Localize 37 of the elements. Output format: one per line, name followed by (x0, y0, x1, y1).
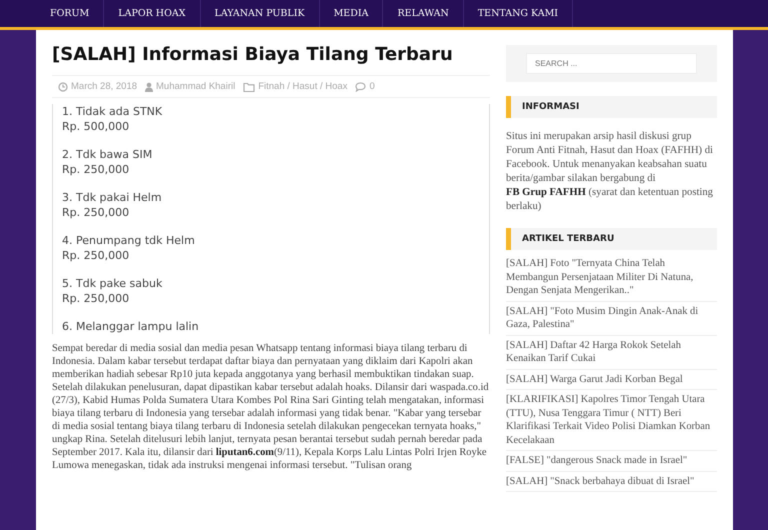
recent-article-link[interactable]: [SALAH] Daftar 42 Harga Rokok Setelah Kenaikan Tarif Cukai (506, 336, 717, 370)
info-paragraph: Situs ini merupakan arsip hasil diskusi grup Forum Anti Fitnah, Hasut dan Hoax (FAFHH) di Facebook. Untuk menanyakan keabsahan suatu berita/gambar silakan bergabung di FB Grup FAFHH (syarat dan ketentuan posting berlaku) (506, 130, 714, 214)
recent-article-link[interactable]: [SALAH] "Foto Musim Dingin Anak-Anak di Gaza, Palestina" (506, 302, 717, 336)
recent-article-link[interactable]: [SALAH] Foto "Ternyata China Telah Membangun Persenjataan Militer Di Natuna, Dengan Senjata Mengerikan.." (506, 254, 717, 302)
nav-link[interactable]: LAPOR HOAX (104, 0, 201, 27)
recent-article-link[interactable]: [SALAH] Warga Garut Jadi Korban Begal (506, 370, 717, 390)
clock-icon (58, 82, 68, 92)
nav-link[interactable]: LAYANAN PUBLIK (200, 0, 320, 27)
folder-icon (243, 82, 256, 92)
user-icon (145, 82, 154, 92)
fine-amount: Rp. 250,000 (62, 291, 130, 306)
group-link[interactable]: FB Grup FAFHH (506, 187, 586, 198)
nav-link[interactable]: RELAWAN (383, 0, 464, 27)
post-date: March 28, 2018 (71, 81, 138, 92)
fine-amount: Rp. 250,000 (62, 248, 130, 263)
widget-title: ARTIKEL TERBARU (522, 234, 614, 244)
comment-icon (355, 82, 366, 92)
nav-link[interactable]: FORUM (36, 0, 104, 27)
violation-text: 3. Tdk pakai Helm (62, 190, 163, 205)
search-field[interactable]: SEARCH ... (526, 53, 697, 74)
article-paragraph: Sempat beredar di media sosial dan media pesan Whatsapp tentang informasi biaya tilang terbaru di Indonesia. Dalam kabar tersebut terdapat daftar biaya dan pernyataan yang diklaim dari Kapolri akan memberikan hadiah sebesar Rp10 juta kepada anggotanya yang berhasil membuktikan tindakan suap. Setelah dilakukan penelusuran, dapat dipastikan kabar tersebut adalah hoaks. Dilansir dari waspada.co.id (27/3), Kabid Humas Polda Sumatera Utara Kombes Pol Rina Sari Ginting telah mengatakan, informasi biaya tilang terbaru di Indonesia yang tersebar adalah informasi yang tidak benar. "Kabar yang tersebar di media sosial tentang biaya tilang terbaru di Indonesia setelah dilakukan pengecekan ternyata hoaks," ungkap Rina. Setelah ditelusuri lebih lanjut, ternyata pesan berantai tersebut sudah pernah beredar pada September 2017. Kala itu, dilansir dari liputan6.com(9/11), Kepala Korps Lalu Lintas Polri Irjen Royke Lumowa menegaskan, tidak ada instruksi mengenai informasi tersebut. "Tulisan orang (52, 342, 490, 472)
widget-title: INFORMASI (522, 102, 580, 112)
article-title: [SALAH] Informasi Biaya Tilang Terbaru (52, 44, 454, 65)
source-link[interactable]: liputan6.com (216, 447, 274, 458)
violation-text: 2. Tdk bawa SIM (62, 147, 154, 162)
recent-article-link[interactable]: [FALSE] "dangerous Snack made in Israel" (506, 451, 717, 472)
fine-amount: Rp. 250,000 (62, 162, 130, 177)
nav-link[interactable]: MEDIA (320, 0, 384, 27)
recent-article-link[interactable]: [SALAH] "Snack berbahaya dibuat di Israel" (506, 472, 717, 492)
violation-text: 1. Tidak ada STNK (62, 104, 164, 119)
fine-amount: Rp. 250,000 (62, 205, 130, 220)
nav-link[interactable]: TENTANG KAMI (464, 0, 574, 27)
recent-article-link[interactable]: [KLARIFIKASI] Kapolres Timor Tengah Utara (TTU), Nusa Tenggara Timur ( NTT) Beri Klarifikasi Terkait Video Polisi Diamkan Korban Kecelakaan (506, 390, 717, 451)
violation-text: 4. Penumpang tdk Helm (62, 233, 196, 248)
violation-text: 5. Tdk pake sabuk (62, 276, 164, 291)
violation-text: 6. Melanggar lampu lalin (62, 319, 200, 334)
fine-amount: Rp. 500,000 (62, 119, 130, 134)
